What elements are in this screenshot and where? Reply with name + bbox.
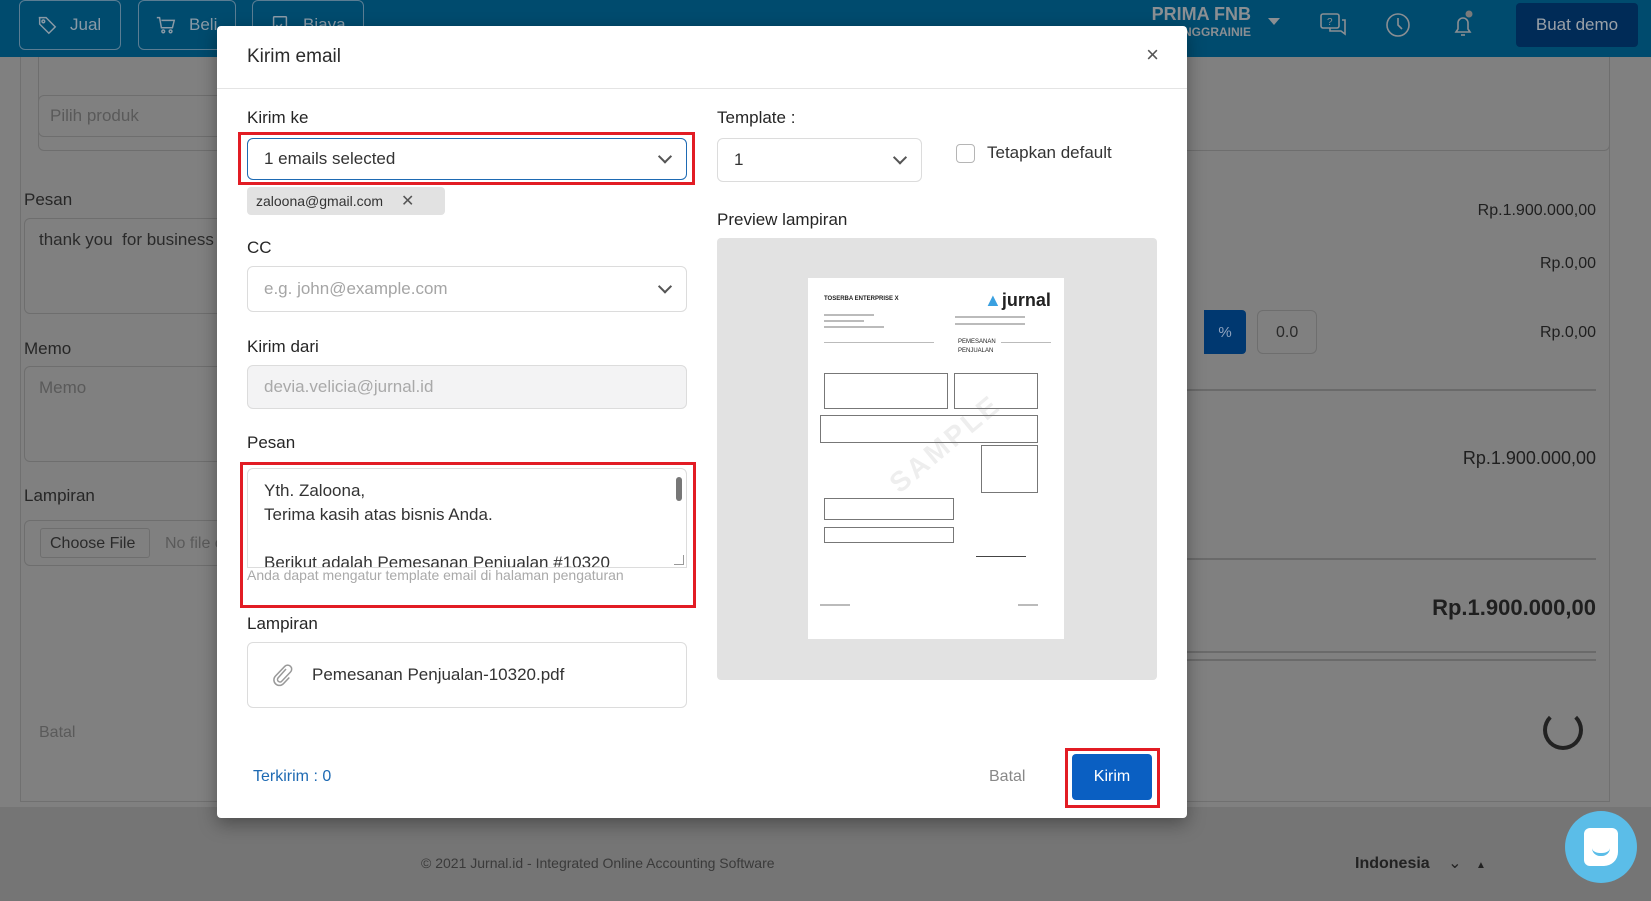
chevron-down-icon: [657, 149, 673, 164]
choose-file-label: Choose File: [50, 535, 136, 552]
message-line: Yth. Zaloona,: [264, 481, 366, 500]
attachment-item[interactable]: Pemesanan Penjualan-10320.pdf: [247, 642, 687, 708]
buy-button-label: Beli: [189, 15, 218, 34]
message-line: Berikut adalah Pemesanan Penjualan #1032…: [264, 553, 610, 568]
email-chip-label: zaloona@gmail.com: [256, 193, 384, 209]
bg-memo-label: Memo: [24, 339, 72, 358]
chevron-down-icon: [892, 150, 908, 165]
language-selector[interactable]: Indonesia ⌄ ▲: [1355, 853, 1486, 873]
balance-due-value: Rp.1.900.000,00: [1432, 595, 1596, 620]
divider: [1130, 659, 1596, 661]
divider: [1130, 651, 1596, 653]
cart-icon: [156, 16, 176, 34]
jurnal-logo: ▲jurnal: [984, 290, 1051, 310]
from-email-field: devia.velicia@jurnal.id: [247, 365, 687, 409]
message-line: [264, 527, 670, 551]
caret-up-icon: ▲: [1476, 860, 1486, 871]
send-button[interactable]: Kirim: [1072, 754, 1152, 800]
attachment-label: Lampiran: [247, 614, 318, 633]
set-default-checkbox[interactable]: [956, 144, 975, 163]
from-label: Kirim dari: [247, 337, 319, 356]
template-hint: Anda dapat mengatur template email di ha…: [247, 567, 624, 583]
modal-title: Kirim email: [247, 46, 341, 67]
close-icon[interactable]: ×: [1146, 44, 1159, 66]
to-email-value: 1 emails selected: [264, 149, 396, 168]
discount-value: Rp.0,00: [1539, 324, 1596, 341]
template-value: 1: [734, 150, 744, 169]
bg-message-label: Pesan: [24, 190, 73, 209]
sell-button[interactable]: Jual: [19, 0, 121, 50]
chevron-down-icon: [657, 279, 673, 294]
set-default-label[interactable]: Tetapkan default: [987, 143, 1112, 163]
textarea-scrollbar[interactable]: [676, 477, 682, 501]
bg-message-value: thank you for business: [39, 230, 214, 249]
remove-chip-icon[interactable]: ✕: [401, 191, 414, 211]
subtotal-value: Rp.1.900.000,00: [1477, 202, 1596, 219]
preview-document: SAMPLE TOSERBA ENTERPRISE X ▲jurnal PEME…: [808, 278, 1064, 639]
attachment-preview: SAMPLE TOSERBA ENTERPRISE X ▲jurnal PEME…: [717, 238, 1157, 680]
doc-title-2: PENJUALAN: [958, 348, 994, 354]
caret-down-icon[interactable]: [1268, 18, 1280, 25]
cc-select[interactable]: e.g. john@example.com: [247, 266, 687, 312]
product-select-placeholder: Pilih produk: [50, 106, 139, 125]
to-email-select[interactable]: 1 emails selected: [247, 138, 687, 180]
live-chat-button[interactable]: [1565, 811, 1637, 883]
doc-title-1: PEMESANAN: [958, 339, 996, 345]
bg-attachment-label: Lampiran: [24, 486, 95, 505]
cc-label: CC: [247, 238, 272, 257]
preview-label: Preview lampiran: [717, 210, 848, 229]
cancel-button[interactable]: Batal: [989, 768, 1025, 786]
cc-placeholder: e.g. john@example.com: [264, 279, 448, 298]
resize-handle-icon[interactable]: [674, 555, 684, 565]
total-value: Rp.1.900.000,00: [1462, 448, 1596, 468]
clock-icon[interactable]: [1383, 10, 1413, 40]
paperclip-icon: [273, 664, 293, 687]
copyright-text: © 2021 Jurnal.id - Integrated Online Acc…: [421, 855, 775, 871]
modal-header: Kirim email ×: [217, 26, 1187, 89]
chevron-down-icon: ⌄: [1448, 855, 1462, 872]
template-select[interactable]: 1: [717, 138, 922, 182]
language-label: Indonesia: [1355, 855, 1430, 872]
bg-memo-placeholder: Memo: [39, 378, 87, 397]
bell-icon[interactable]: [1448, 10, 1478, 40]
divider: [1130, 558, 1596, 560]
line-discount-value: Rp.0,00: [1539, 255, 1596, 272]
tag-icon: [38, 16, 57, 35]
doc-company: TOSERBA ENTERPRISE X: [824, 296, 899, 302]
message-label: Pesan: [247, 433, 296, 452]
from-email-value: devia.velicia@jurnal.id: [264, 377, 434, 396]
template-label: Template :: [717, 108, 796, 127]
company-name: PRIMA FNB: [1151, 4, 1251, 24]
message-textarea[interactable]: Yth. Zaloona, Terima kasih atas bisnis A…: [247, 468, 687, 568]
message-line: Terima kasih atas bisnis Anda.: [264, 505, 493, 524]
to-label: Kirim ke: [247, 108, 309, 127]
divider: [1130, 389, 1596, 391]
send-email-modal: Kirim email × Kirim ke 1 emails selected…: [217, 26, 1187, 818]
sent-count-link[interactable]: Terkirim : 0: [253, 768, 331, 786]
chat-icon: [1584, 828, 1618, 866]
create-demo-button[interactable]: Buat demo: [1516, 3, 1638, 47]
discount-percent-toggle[interactable]: %: [1204, 310, 1246, 354]
bg-cancel-link[interactable]: Batal: [39, 724, 75, 742]
sell-button-label: Jual: [70, 15, 102, 34]
attachment-filename: Pemesanan Penjualan-10320.pdf: [312, 665, 565, 684]
discount-input-value: 0.0: [1276, 324, 1299, 341]
help-chat-icon[interactable]: ?: [1318, 10, 1348, 40]
email-chip: zaloona@gmail.com ✕: [247, 187, 445, 215]
loading-spinner-icon: [1543, 710, 1583, 750]
svg-text:?: ?: [1327, 17, 1333, 28]
